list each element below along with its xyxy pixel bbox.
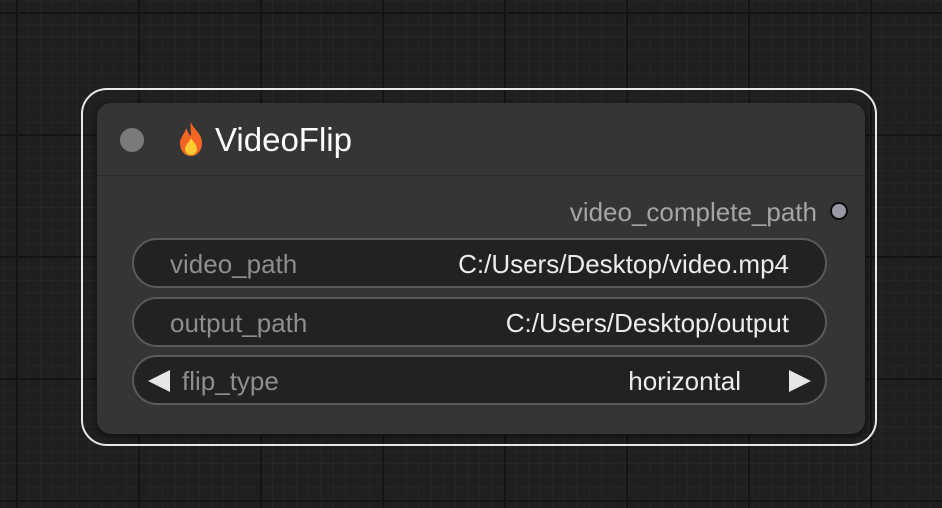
output-label-video-complete-path: video_complete_path	[569, 197, 817, 227]
output-path-value: C:/Users/Desktop/output	[505, 308, 789, 338]
video-path-field[interactable]: video_path C:/Users/Desktop/video.mp4	[132, 238, 827, 288]
previous-option-arrow-icon[interactable]	[148, 370, 170, 392]
flip-type-label: flip_type	[182, 366, 279, 396]
output-path-field[interactable]: output_path C:/Users/Desktop/output	[132, 297, 827, 347]
node-title: VideoFlip	[215, 121, 352, 158]
flip-type-combo[interactable]: flip_type horizontal	[132, 355, 827, 405]
next-option-arrow-icon[interactable]	[789, 370, 811, 392]
video-path-label: video_path	[170, 249, 298, 279]
output-path-label: output_path	[170, 308, 308, 338]
videoflip-node[interactable]: VideoFlip video_complete_path video_path…	[97, 103, 865, 434]
video-path-value: C:/Users/Desktop/video.mp4	[458, 249, 789, 279]
output-slot-video-complete-path[interactable]	[830, 202, 848, 220]
fire-icon	[180, 122, 202, 156]
node-collapse-toggle[interactable]	[120, 128, 144, 152]
node-header[interactable]: VideoFlip	[97, 103, 865, 176]
flip-type-value[interactable]: horizontal	[628, 367, 741, 395]
